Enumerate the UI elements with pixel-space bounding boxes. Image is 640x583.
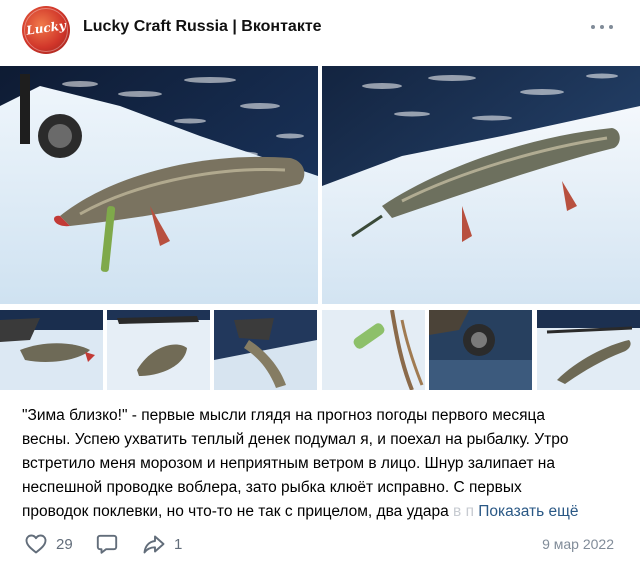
photo-1[interactable] [0,66,318,304]
photo-5-image [214,310,317,390]
photo-3[interactable] [0,310,103,390]
share-icon [143,535,165,554]
post-date[interactable]: 9 мар 2022 [542,536,614,552]
heart-icon [25,534,47,554]
like-button[interactable]: 29 [24,532,73,556]
photo-3-image [0,310,103,390]
show-more-link[interactable]: Показать ещё [478,503,578,520]
like-count: 29 [56,535,73,553]
post-text: "Зима близко!" - первые мысли глядя на п… [22,404,622,524]
photo-8[interactable] [537,310,640,390]
photo-6[interactable] [322,310,425,390]
post-card: Lucky Lucky Craft Russia | Вконтакте "Зи… [0,0,640,583]
photo-2-image [322,66,640,304]
photo-5[interactable] [214,310,317,390]
photo-4[interactable] [107,310,210,390]
more-dot [591,25,595,29]
post-text-last-line: проводок поклевки, но что-то не так с пр… [22,500,622,524]
photo-6-image [322,310,425,390]
share-count: 1 [174,535,183,553]
comment-icon [96,534,118,554]
more-dot [600,25,604,29]
photo-2[interactable] [322,66,640,304]
photo-1-image [0,66,318,304]
post-footer: 29 1 9 мар 2022 [0,526,640,566]
share-button[interactable]: 1 [142,532,182,556]
author-name[interactable]: Lucky Craft Russia | Вконтакте [83,18,322,36]
post-header: Lucky Lucky Craft Russia | Вконтакте [0,0,640,62]
avatar[interactable]: Lucky [22,6,70,54]
more-icon[interactable] [591,16,613,38]
more-dot [609,25,613,29]
photo-4-image [107,310,210,390]
post-text-line: весны. Успею ухватить теплый денек подум… [22,431,569,448]
post-text-fade: в п [453,503,474,520]
post-text-line: проводок поклевки, но что-то не так с пр… [22,503,449,520]
comment-button[interactable] [95,532,119,556]
post-text-line: неспешной проводке воблера, зато рыбка к… [22,479,522,496]
photo-7-image [429,310,532,390]
photo-7[interactable] [429,310,532,390]
photo-8-image [537,310,640,390]
post-text-line: "Зима близко!" - первые мысли глядя на п… [22,407,546,424]
post-text-line: встретило меня морозом и неприятным ветр… [22,455,555,472]
